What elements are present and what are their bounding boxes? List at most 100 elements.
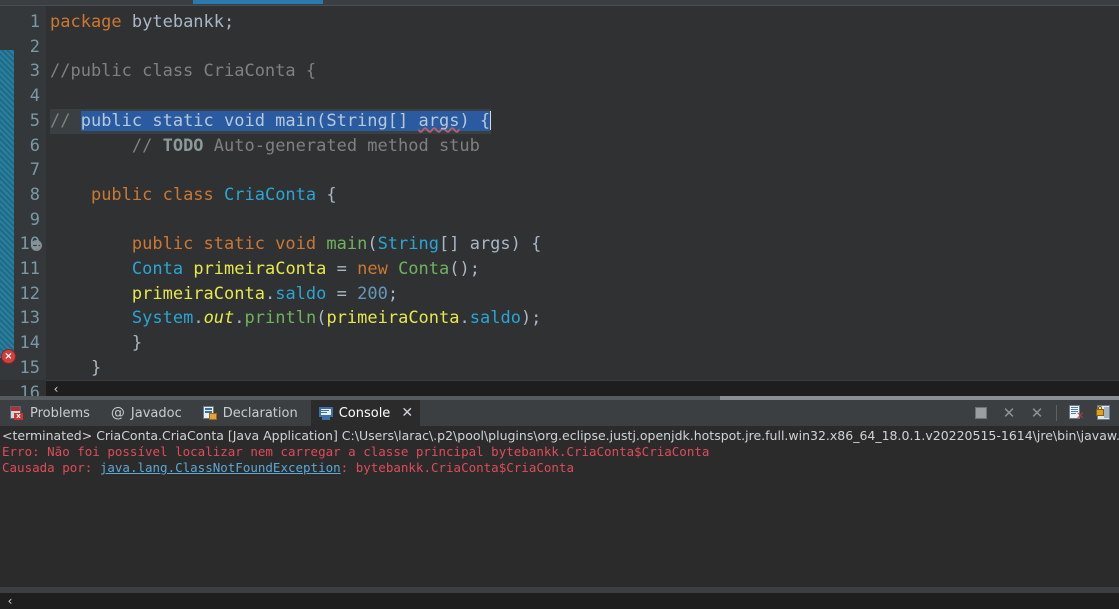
code-token: . [193, 308, 204, 329]
code-token: saldo [469, 308, 521, 329]
code-token: { [316, 184, 337, 205]
console-icon [318, 405, 334, 421]
declaration-icon [202, 405, 218, 421]
scroll-left-arrow-icon[interactable]: ‹ [49, 382, 63, 396]
panel-tab-declaration[interactable]: Declaration [195, 400, 305, 426]
code-token: primeiraConta [193, 259, 327, 279]
code-line[interactable]: 10 public static void main(String[] args… [0, 232, 1119, 257]
line-number: 5 [29, 110, 40, 131]
console-terminated-line: <terminated> CriaConta.CriaConta [Java A… [2, 428, 1119, 443]
code-text: package bytebankk; [50, 10, 234, 35]
panel-tab-label: Console [338, 405, 391, 421]
panel-tab-console[interactable]: Console ✕ [310, 400, 421, 426]
code-token: Auto-generated method stub [203, 135, 480, 156]
bottom-scroll-left-arrow-icon[interactable]: ‹ [3, 594, 17, 608]
code-token: args [469, 234, 511, 255]
code-line[interactable]: 15 } [0, 356, 1119, 381]
code-token: package [50, 12, 132, 32]
code-text: System.out.println(primeiraConta.saldo); [50, 306, 542, 331]
bottom-panel: x Problems @ Javadoc Declaration Console ✕ ✕ ✕… [0, 400, 1119, 587]
code-line[interactable]: 14 } [0, 331, 1119, 356]
code-token: 200 [357, 283, 388, 304]
code-text: primeiraConta.saldo = 200; [50, 282, 398, 307]
selection-highlight: public static void main(String[] args) { [80, 110, 491, 131]
code-token: = [326, 283, 358, 304]
code-token: //public class CriaConta { [50, 61, 317, 82]
code-line[interactable]: 5 // public static void main(String[] arg… [0, 108, 1119, 134]
toolbar-divider [1056, 405, 1057, 421]
panel-tab-label: Javadoc [130, 405, 182, 421]
line-number: 1 [29, 12, 40, 32]
remove-all-launches-button[interactable]: ✕ [1028, 404, 1046, 422]
code-token: . [234, 308, 245, 329]
panel-tab-bar: x Problems @ Javadoc Declaration Console ✕ [0, 400, 1119, 426]
code-line[interactable]: 4 [0, 84, 1119, 109]
panel-tab-label: Declaration [222, 405, 298, 421]
code-token: saldo [275, 283, 327, 304]
code-line[interactable]: 8 public class CriaConta { [0, 183, 1119, 208]
line-number: 13 [19, 308, 40, 329]
code-line[interactable]: 9 [0, 208, 1119, 233]
selected-code-line[interactable]: // public static void main(String[] args… [50, 108, 492, 134]
problems-icon: x [9, 405, 25, 421]
code-line[interactable]: 6 // TODO Auto-generated method stub [0, 134, 1119, 159]
code-token: } [50, 357, 102, 378]
code-text: public class CriaConta { [50, 183, 337, 208]
bottom-horizontal-scrollbar[interactable]: ‹ [0, 593, 1119, 609]
console-error-line-1: Erro: Não foi possível localizar nem car… [2, 444, 710, 459]
code-token: main [326, 234, 368, 255]
editor-horizontal-scrollbar[interactable]: ‹ [46, 380, 1119, 396]
active-editor-tab-indicator[interactable] [193, 0, 323, 4]
code-text: } [50, 356, 101, 381]
code-token: ( [367, 234, 378, 255]
exception-link[interactable]: java.lang.ClassNotFoundException [100, 460, 341, 475]
line-number: 11 [19, 259, 40, 279]
code-line[interactable]: 7 [0, 158, 1119, 183]
remove-launch-button[interactable]: ✕ [1000, 404, 1018, 422]
close-tab-icon[interactable]: ✕ [401, 405, 413, 421]
code-editor[interactable]: × 1 package bytebankk; 2 3//public class Cr… [0, 6, 1119, 403]
line-number: 8 [29, 184, 40, 205]
code-text: public static void main(String[] args) { [50, 232, 541, 257]
syntax-warning-underline: args [418, 110, 460, 131]
code-token: primeiraConta [326, 308, 460, 329]
code-token: ; [387, 283, 399, 304]
line-number: 3 [29, 61, 40, 82]
code-text: // TODO Auto-generated method stub [50, 134, 480, 159]
code-token: ) { [510, 234, 542, 255]
code-lines-container: 1 package bytebankk; 2 3//public class Cria… [0, 6, 1119, 403]
scroll-lock-button[interactable] [1095, 404, 1113, 422]
panel-tab-javadoc[interactable]: @ Javadoc [103, 400, 189, 426]
clear-console-button[interactable]: ✕ [1067, 404, 1085, 422]
panel-tab-problems[interactable]: x Problems [2, 400, 97, 426]
code-token: CriaConta [224, 184, 317, 205]
code-token: println [244, 308, 317, 329]
code-line[interactable]: 11 Conta primeiraConta = new Conta(); [0, 257, 1119, 282]
code-line[interactable]: 3 //public class CriaConta { [0, 59, 1119, 84]
line-number: 9 [29, 209, 40, 230]
eclipse-ide-window: × 1 package bytebankk; 2 3//public class Cr… [0, 0, 1119, 609]
code-token: public static void [131, 234, 327, 255]
console-output[interactable]: <terminated> CriaConta.CriaConta [Java A… [0, 426, 1119, 587]
console-error-line-2: Causada por: java.lang.ClassNotFoundExce… [2, 460, 574, 476]
code-token: public class [90, 184, 225, 205]
code-line[interactable]: 1 package bytebankk; [0, 10, 1119, 35]
code-text: Conta primeiraConta = new Conta(); [50, 257, 480, 282]
code-token: } [50, 333, 143, 354]
code-token: ); [520, 308, 542, 329]
code-token: [] [438, 234, 470, 255]
code-token: TODO [162, 135, 204, 156]
line-number: 6 [29, 135, 40, 156]
code-line[interactable]: 12 primeiraConta.saldo = 200; [0, 282, 1119, 307]
console-error-suffix: : bytebankk.CriaConta$CriaConta [340, 460, 574, 475]
code-line[interactable]: 2 [0, 35, 1119, 60]
code-token: // [50, 135, 163, 156]
code-token: String [377, 234, 439, 255]
code-line[interactable]: 13 System.out.println(primeiraConta.sald… [0, 306, 1119, 331]
console-toolbar: ✕ ✕ ✕ [972, 400, 1113, 426]
code-token: Conta [131, 259, 184, 279]
code-token: System [131, 308, 194, 329]
terminate-button[interactable] [972, 404, 990, 422]
